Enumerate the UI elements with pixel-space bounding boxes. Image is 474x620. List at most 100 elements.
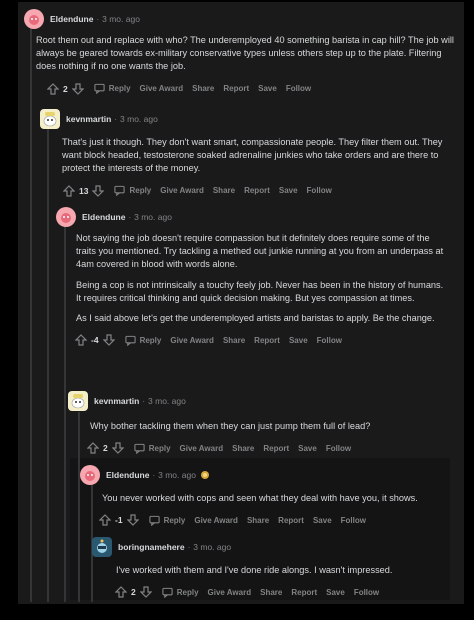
reply-button[interactable]: Reply xyxy=(134,443,171,454)
avatar[interactable] xyxy=(56,207,76,227)
comment-actions: 2 Reply Give Award Share Report Save Fol… xyxy=(114,584,448,600)
save-button[interactable]: Save xyxy=(326,588,345,597)
thread-line[interactable] xyxy=(30,26,32,602)
downvote-arrow-icon xyxy=(139,586,152,599)
save-button[interactable]: Save xyxy=(258,84,277,93)
comment-paragraph: Root them out and replace with who? The … xyxy=(36,35,454,72)
upvote-button[interactable] xyxy=(62,184,76,198)
separator-dot: · xyxy=(187,542,191,552)
award-medal-icon xyxy=(200,471,209,479)
comment-author[interactable]: Eldendune xyxy=(82,212,125,222)
comment-header: kevnmartin · 3 mo. ago xyxy=(68,390,448,412)
upvote-button[interactable] xyxy=(114,585,128,599)
report-button[interactable]: Report xyxy=(278,516,304,525)
upvote-arrow-icon xyxy=(115,586,127,598)
give-award-button[interactable]: Give Award xyxy=(140,84,184,93)
comment: kevnmartin · 3 mo. ago Why bother tackli… xyxy=(68,390,448,456)
upvote-button[interactable] xyxy=(74,333,88,347)
vote-count: 2 xyxy=(103,443,108,454)
snoo-avatar-icon xyxy=(97,539,107,553)
separator-dot: · xyxy=(128,212,132,222)
vote-count: 2 xyxy=(63,83,68,94)
comment-author[interactable]: Eldendune xyxy=(106,470,149,480)
snoo-avatar-icon xyxy=(29,15,39,25)
snoo-avatar-icon xyxy=(61,213,71,223)
save-button[interactable]: Save xyxy=(289,336,308,345)
downvote-arrow-icon xyxy=(111,442,124,455)
downvote-arrow-icon xyxy=(71,83,84,95)
give-award-button[interactable]: Give Award xyxy=(194,516,238,525)
comment-paragraph: That's just it though. They don't want s… xyxy=(62,137,443,174)
comment-author[interactable]: Eldendune xyxy=(50,14,93,24)
give-award-button[interactable]: Give Award xyxy=(160,186,204,195)
comment-author[interactable]: boringnamehere xyxy=(118,542,185,552)
share-button[interactable]: Share xyxy=(213,186,235,195)
upvote-button[interactable] xyxy=(86,441,100,455)
comment-actions: 13 Reply Give Award Share Report Save Fo… xyxy=(62,183,448,199)
comment-author[interactable]: kevnmartin xyxy=(66,114,111,124)
avatar[interactable] xyxy=(68,391,88,411)
comment-header: Eldendune · 3 mo. ago xyxy=(24,8,454,30)
report-button[interactable]: Report xyxy=(291,588,317,597)
report-button[interactable]: Report xyxy=(254,336,280,345)
vote-count: -4 xyxy=(91,335,99,346)
comment-timestamp[interactable]: 3 mo. ago xyxy=(148,396,186,406)
vote-count: 2 xyxy=(131,587,136,598)
avatar[interactable] xyxy=(92,537,112,557)
comment-body: You never worked with cops and seen what… xyxy=(102,492,446,505)
comment-actions: -4 Reply Give Award Share Report Save Fo… xyxy=(74,332,448,348)
report-button[interactable]: Report xyxy=(263,444,289,453)
avatar[interactable] xyxy=(24,9,44,29)
follow-button[interactable]: Follow xyxy=(326,444,351,453)
follow-button[interactable]: Follow xyxy=(354,588,379,597)
reply-button[interactable]: Reply xyxy=(124,335,161,346)
upvote-arrow-icon xyxy=(75,334,87,346)
downvote-button[interactable] xyxy=(139,585,153,599)
reply-button[interactable]: Reply xyxy=(114,185,151,197)
give-award-button[interactable]: Give Award xyxy=(170,336,214,345)
save-button[interactable]: Save xyxy=(313,516,332,525)
share-button[interactable]: Share xyxy=(192,84,214,93)
comment-actions: -1 Reply Give Award Share Report Save Fo… xyxy=(98,512,448,528)
downvote-button[interactable] xyxy=(126,513,140,527)
reply-bubble-icon xyxy=(124,335,136,346)
downvote-button[interactable] xyxy=(91,184,105,198)
comment-timestamp[interactable]: 3 mo. ago xyxy=(102,14,140,24)
downvote-button[interactable] xyxy=(102,333,116,347)
separator-dot: · xyxy=(142,396,146,406)
save-button[interactable]: Save xyxy=(298,444,317,453)
comment-timestamp[interactable]: 3 mo. ago xyxy=(193,542,231,552)
share-button[interactable]: Share xyxy=(260,588,282,597)
comment-timestamp[interactable]: 3 mo. ago xyxy=(120,114,158,124)
follow-button[interactable]: Follow xyxy=(341,516,366,525)
follow-button[interactable]: Follow xyxy=(307,186,332,195)
comment-timestamp[interactable]: 3 mo. ago xyxy=(158,470,196,480)
avatar[interactable] xyxy=(40,109,60,129)
comment-timestamp[interactable]: 3 mo. ago xyxy=(134,212,172,222)
vote-count: -1 xyxy=(115,515,123,526)
downvote-button[interactable] xyxy=(71,82,85,96)
comment: Eldendune · 3 mo. ago You never worked w… xyxy=(80,464,448,528)
report-button[interactable]: Report xyxy=(244,186,270,195)
give-award-button[interactable]: Give Award xyxy=(208,588,252,597)
give-award-button[interactable]: Give Award xyxy=(180,444,224,453)
comment-author[interactable]: kevnmartin xyxy=(94,396,139,406)
downvote-button[interactable] xyxy=(111,441,125,455)
reply-button[interactable]: Reply xyxy=(162,587,199,598)
reply-button[interactable]: Reply xyxy=(94,83,131,95)
upvote-button[interactable] xyxy=(46,82,60,96)
share-button[interactable]: Share xyxy=(223,336,245,345)
follow-button[interactable]: Follow xyxy=(317,336,342,345)
share-button[interactable]: Share xyxy=(232,444,254,453)
comment-paragraph: As I said above let's get the underemplo… xyxy=(76,313,435,324)
reply-button[interactable]: Reply xyxy=(148,515,185,526)
follow-button[interactable]: Follow xyxy=(286,84,311,93)
avatar[interactable] xyxy=(80,465,100,485)
comment-body: Why bother tackling them when they can j… xyxy=(90,420,446,433)
upvote-button[interactable] xyxy=(98,513,112,527)
award-icon[interactable] xyxy=(200,470,210,480)
save-button[interactable]: Save xyxy=(279,186,298,195)
share-button[interactable]: Share xyxy=(247,516,269,525)
report-button[interactable]: Report xyxy=(223,84,249,93)
reply-bubble-icon xyxy=(114,185,126,197)
